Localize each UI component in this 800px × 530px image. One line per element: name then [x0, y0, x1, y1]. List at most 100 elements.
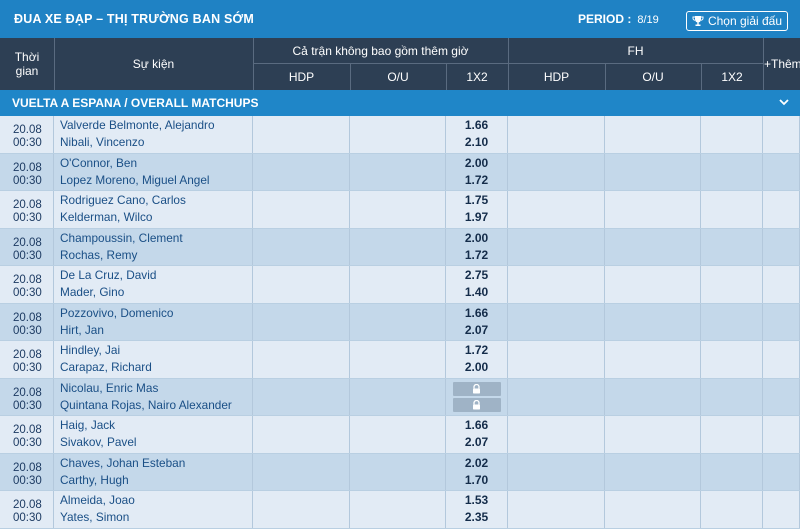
odds-cell [508, 153, 605, 190]
more-columns-button[interactable]: +Thêm [763, 38, 800, 90]
odds-cell [253, 303, 350, 340]
odds-cell [508, 341, 605, 378]
home-rider: Champoussin, Clement [60, 230, 183, 245]
odds-away[interactable]: 1.70 [465, 472, 488, 489]
odds-1x2: 2.02 1.70 [446, 453, 508, 490]
match-hour: 00:30 [13, 512, 42, 525]
odds-away[interactable]: 1.72 [465, 247, 488, 264]
match-date: 20.08 [13, 499, 42, 512]
odds-home[interactable]: 1.66 [465, 417, 488, 434]
match-event: Nicolau, Enric Mas Quintana Rojas, Nairo … [54, 378, 253, 415]
odds-away[interactable]: 1.72 [465, 172, 488, 189]
chevron-down-icon[interactable] [778, 96, 790, 108]
choose-league-button[interactable]: Chọn giải đấu [686, 11, 788, 31]
col-ft-hdp: HDP [288, 70, 315, 84]
period-label: PERIOD : [578, 12, 632, 26]
odds-cell [763, 491, 800, 528]
odds-home[interactable]: 1.66 [465, 305, 488, 322]
match-list: 20.08 00:30 Valverde Belmonte, Alejandro Ni… [0, 116, 800, 529]
odds-home[interactable]: 2.75 [465, 267, 488, 284]
odds-home[interactable]: 2.00 [465, 155, 488, 172]
odds-cell [508, 416, 605, 453]
away-rider: Mader, Gino [60, 285, 125, 300]
odds-cell [508, 491, 605, 528]
odds-cell [605, 453, 701, 490]
odds-1x2: 1.66 2.07 [446, 303, 508, 340]
odds-away[interactable]: 2.07 [465, 434, 488, 451]
match-time: 20.08 00:30 [0, 453, 54, 490]
odds-cell [701, 341, 763, 378]
divider [446, 64, 447, 90]
divider [508, 38, 509, 90]
odds-home[interactable]: 1.53 [465, 492, 488, 509]
odds-cell [701, 153, 763, 190]
odds-cell [253, 191, 350, 228]
col-event: Sự kiện [132, 57, 175, 71]
odds-cell [763, 266, 800, 303]
odds-home[interactable]: 2.02 [465, 455, 488, 472]
league-header[interactable]: VUELTA A ESPANA / OVERALL MATCHUPS [0, 90, 800, 116]
home-rider: Chaves, Johan Esteban [60, 455, 186, 470]
match-date: 20.08 [13, 349, 42, 362]
odds-home[interactable]: 1.75 [465, 192, 488, 209]
odds-cell [508, 228, 605, 265]
match-date: 20.08 [13, 311, 42, 324]
period-indicator[interactable]: PERIOD : 8/19 [578, 12, 659, 26]
col-ft-1x2: 1X2 [466, 70, 488, 84]
locked-odds [452, 397, 501, 412]
odds-away[interactable]: 2.10 [465, 134, 488, 151]
odds-away[interactable]: 2.07 [465, 322, 488, 339]
odds-cell [701, 116, 763, 153]
odds-cell [605, 341, 701, 378]
odds-cell [701, 303, 763, 340]
match-event: O'Connor, Ben Lopez Moreno, Miguel Angel [54, 153, 253, 190]
odds-cell [508, 266, 605, 303]
match-event: Chaves, Johan Esteban Carthy, Hugh [54, 453, 253, 490]
match-hour: 00:30 [13, 287, 42, 300]
odds-away[interactable]: 2.00 [465, 359, 488, 376]
match-date: 20.08 [13, 236, 42, 249]
odds-cell [605, 266, 701, 303]
odds-cell [253, 416, 350, 453]
odds-away[interactable]: 1.97 [465, 209, 488, 226]
match-event: Rodriguez Cano, Carlos Kelderman, Wilco [54, 191, 253, 228]
table-row: 20.08 00:30 Almeida, Joao Yates, Simon 1.53 2… [0, 491, 800, 529]
odds-1x2: 2.00 1.72 [446, 228, 508, 265]
odds-away[interactable]: 1.40 [465, 284, 488, 301]
odds-cell [701, 378, 763, 415]
match-hour: 00:30 [13, 399, 42, 412]
away-rider: Hirt, Jan [60, 322, 104, 337]
match-hour: 00:30 [13, 324, 42, 337]
odds-home[interactable]: 1.66 [465, 117, 488, 134]
match-date: 20.08 [13, 424, 42, 437]
odds-cell [508, 453, 605, 490]
home-rider: Rodriguez Cano, Carlos [60, 193, 186, 208]
odds-cell [508, 116, 605, 153]
match-time: 20.08 00:30 [0, 116, 54, 153]
match-hour: 00:30 [13, 137, 42, 150]
home-rider: Hindley, Jai [60, 343, 121, 358]
table-row: 20.08 00:30 Chaves, Johan Esteban Carthy, H… [0, 453, 800, 491]
odds-cell [763, 303, 800, 340]
odds-cell [701, 228, 763, 265]
match-date: 20.08 [13, 161, 42, 174]
divider [701, 64, 702, 90]
odds-cell [350, 378, 446, 415]
table-row: 20.08 00:30 Valverde Belmonte, Alejandro Ni… [0, 116, 800, 154]
odds-cell [605, 378, 701, 415]
match-date: 20.08 [13, 124, 42, 137]
away-rider: Yates, Simon [60, 510, 130, 525]
odds-cell [508, 303, 605, 340]
match-time: 20.08 00:30 [0, 191, 54, 228]
table-row: 20.08 00:30 Haig, Jack Sivakov, Pavel 1.66 2.… [0, 416, 800, 454]
odds-home[interactable]: 1.72 [465, 342, 488, 359]
odds-away[interactable]: 2.35 [465, 509, 488, 526]
lock-icon [473, 399, 480, 410]
match-event: Almeida, Joao Yates, Simon [54, 491, 253, 528]
odds-cell [508, 191, 605, 228]
match-time: 20.08 00:30 [0, 341, 54, 378]
odds-home[interactable]: 2.00 [465, 230, 488, 247]
trophy-icon [692, 16, 704, 26]
match-hour: 00:30 [13, 474, 42, 487]
col-fh-ou: O/U [642, 70, 664, 84]
